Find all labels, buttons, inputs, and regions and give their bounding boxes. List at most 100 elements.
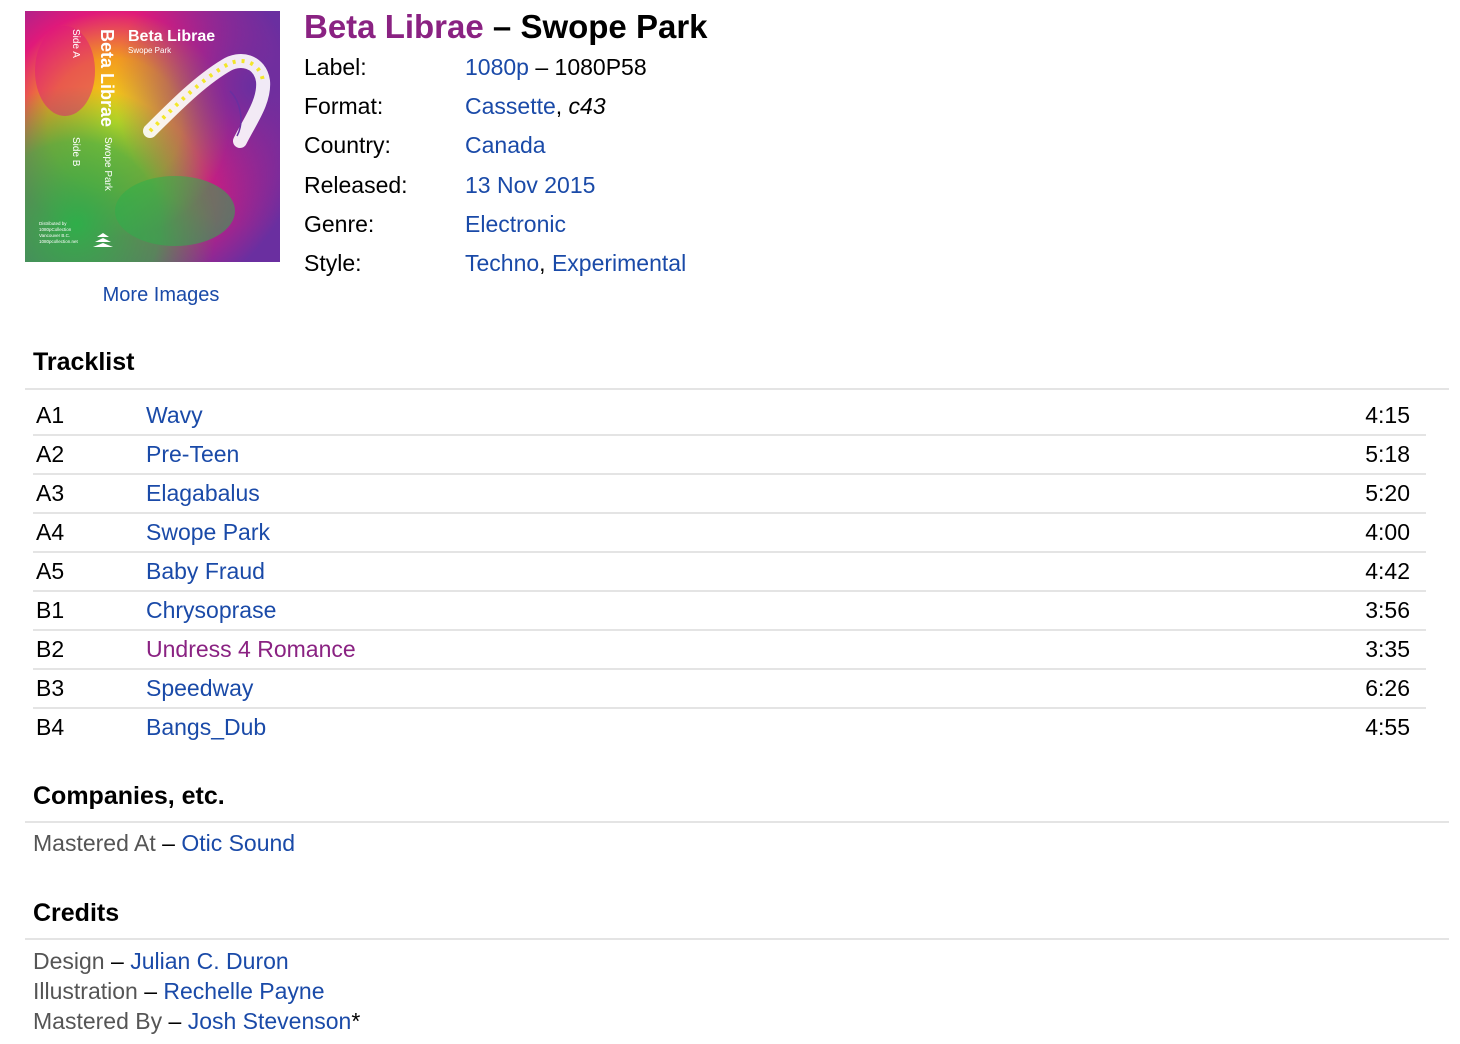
style-link-experimental[interactable]: Experimental xyxy=(552,250,686,276)
track-title-link[interactable]: Pre-Teen xyxy=(146,436,239,472)
company-item: Mastered At – Otic Sound xyxy=(33,828,295,858)
table-row: A1 Wavy 4:15 xyxy=(33,397,1426,436)
track-duration: 3:35 xyxy=(1365,636,1410,662)
table-row: A2 Pre-Teen 5:18 xyxy=(33,436,1426,475)
cover-spine-artist: Beta Librae xyxy=(97,29,117,127)
companies-list: Mastered At – Otic Sound xyxy=(33,828,295,858)
credit-name-link[interactable]: Julian C. Duron xyxy=(130,948,289,974)
profile-key: Genre: xyxy=(304,210,375,237)
profile-value: Canada xyxy=(465,128,546,162)
released-date-link[interactable]: 13 Nov 2015 xyxy=(465,172,595,198)
company-separator: – xyxy=(155,830,182,856)
profile-value: Techno, Experimental xyxy=(465,246,686,280)
track-duration: 4:00 xyxy=(1365,519,1410,545)
cover-title-text: Swope Park xyxy=(128,46,172,55)
track-duration: 3:56 xyxy=(1365,597,1410,623)
style-separator: , xyxy=(539,249,552,276)
cover-distribution-line: Vancouver B.C. xyxy=(39,233,70,238)
format-description: c43 xyxy=(568,93,606,120)
genre-link[interactable]: Electronic xyxy=(465,211,566,237)
release-name: Swope Park xyxy=(520,8,708,45)
table-row: B3 Speedway 6:26 xyxy=(33,670,1426,709)
company-link[interactable]: Otic Sound xyxy=(181,830,295,856)
credit-separator: – xyxy=(137,978,164,1004)
credit-role: Mastered By xyxy=(33,1008,163,1034)
profile-key: Label: xyxy=(304,54,367,80)
credit-item: Illustration – Rechelle Payne xyxy=(33,976,360,1006)
cover-distribution-line: Distributed by xyxy=(39,221,67,226)
profile-value: 1080p – 1080P58 xyxy=(465,50,647,84)
credits-list: Design – Julian C. Duron Illustration – … xyxy=(33,946,360,1036)
tracklist-table: A1 Wavy 4:15 A2 Pre-Teen 5:18 A3 Elagabalus 5:20… xyxy=(33,397,1426,746)
label-separator: – xyxy=(528,54,555,80)
credit-name-link[interactable]: Josh Stevenson xyxy=(188,1008,352,1034)
credit-role: Design xyxy=(33,948,105,974)
profile-key: Format: xyxy=(304,93,384,120)
format-separator: , xyxy=(555,93,569,120)
track-position: B4 xyxy=(36,714,65,740)
more-images-link[interactable]: More Images xyxy=(25,284,297,307)
credit-separator: – xyxy=(162,1008,188,1034)
profile-key: Released: xyxy=(304,171,408,198)
tracklist-section-header: Tracklist xyxy=(25,345,1449,390)
release-title: Beta Librae – Swope Park xyxy=(304,6,708,48)
track-duration: 4:42 xyxy=(1365,558,1410,584)
track-position: B2 xyxy=(36,636,65,662)
catalog-number: 1080P58 xyxy=(554,54,647,80)
track-duration: 5:18 xyxy=(1365,441,1410,467)
table-row: A3 Elagabalus 5:20 xyxy=(33,475,1426,514)
cover-distribution-line: 1080pCollection xyxy=(39,227,72,232)
track-duration: 5:20 xyxy=(1365,480,1410,506)
track-position: A5 xyxy=(36,558,65,584)
track-position: A4 xyxy=(36,519,65,545)
cover-block: Beta Librae Swope Park Beta Librae Swope… xyxy=(25,11,280,306)
credit-role: Illustration xyxy=(33,978,138,1004)
companies-section-header: Companies, etc. xyxy=(25,779,1449,823)
credits-section-header: Credits xyxy=(25,896,1449,940)
track-title-link[interactable]: Baby Fraud xyxy=(146,553,265,589)
track-position: A2 xyxy=(36,441,65,467)
tracklist-heading: Tracklist xyxy=(33,348,135,376)
track-title-link[interactable]: Swope Park xyxy=(146,514,270,550)
track-title-link[interactable]: Chrysoprase xyxy=(146,592,276,628)
title-separator: – xyxy=(483,8,521,45)
profile-key: Country: xyxy=(304,132,391,159)
cover-artist-text: Beta Librae xyxy=(128,28,215,45)
track-title-link[interactable]: Bangs_Dub xyxy=(146,709,266,745)
track-position: B3 xyxy=(36,675,65,701)
credit-name-link[interactable]: Rechelle Payne xyxy=(163,978,324,1004)
track-position: A1 xyxy=(36,402,65,428)
companies-heading: Companies, etc. xyxy=(33,782,225,810)
country-link[interactable]: Canada xyxy=(465,132,546,158)
cover-image[interactable]: Beta Librae Swope Park Beta Librae Swope… xyxy=(25,11,280,262)
cover-side-b: Side B xyxy=(70,137,81,167)
credit-item: Mastered By – Josh Stevenson* xyxy=(33,1006,360,1036)
credit-anv-marker: * xyxy=(351,1008,361,1034)
table-row: B4 Bangs_Dub 4:55 xyxy=(33,709,1426,746)
artist-link[interactable]: Beta Librae xyxy=(304,8,484,45)
credit-separator: – xyxy=(104,948,131,974)
track-title-link[interactable]: Wavy xyxy=(146,397,203,433)
track-duration: 4:55 xyxy=(1365,714,1410,740)
style-link-techno[interactable]: Techno xyxy=(465,250,539,276)
track-position: B1 xyxy=(36,597,65,623)
credit-item: Design – Julian C. Duron xyxy=(33,946,360,976)
label-link[interactable]: 1080p xyxy=(465,54,529,80)
profile-value: Cassette, c43 xyxy=(465,89,606,123)
credits-heading: Credits xyxy=(33,899,120,927)
company-role: Mastered At xyxy=(33,830,156,856)
track-duration: 6:26 xyxy=(1365,675,1410,701)
table-row: A4 Swope Park 4:00 xyxy=(33,514,1426,553)
table-row: B1 Chrysoprase 3:56 xyxy=(33,592,1426,631)
cover-distribution-line: 1080pcollection.net xyxy=(39,239,79,244)
cover-spine-title: Swope Park xyxy=(102,137,113,192)
track-position: A3 xyxy=(36,480,65,506)
format-link[interactable]: Cassette xyxy=(465,93,556,119)
profile-key: Style: xyxy=(304,249,362,276)
track-title-link[interactable]: Elagabalus xyxy=(146,475,260,511)
track-title-link[interactable]: Undress 4 Romance xyxy=(146,631,356,667)
profile-value: Electronic xyxy=(465,207,566,241)
track-title-link[interactable]: Speedway xyxy=(146,670,253,706)
table-row: A5 Baby Fraud 4:42 xyxy=(33,553,1426,592)
cover-side-a: Side A xyxy=(70,29,81,58)
